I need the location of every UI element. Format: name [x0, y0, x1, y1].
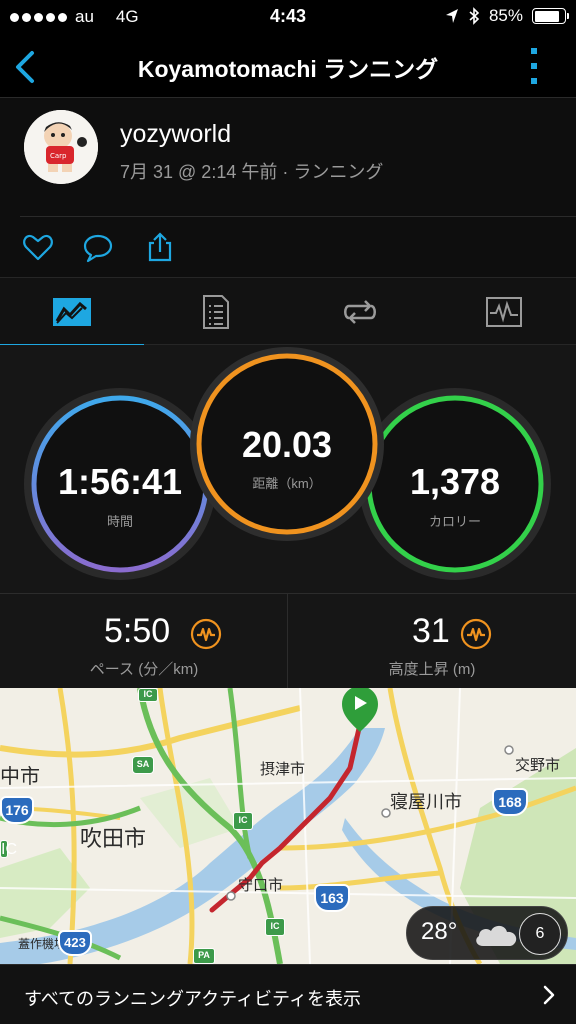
route-shield: 176 [0, 796, 34, 824]
time-label: 時間 [106, 514, 133, 529]
map-label: 中市 [0, 764, 40, 788]
route-shield: 423 [58, 930, 92, 956]
summary-stats: 1:56:41 時間 1,378 カロリー 20.03 距離（km） [0, 345, 576, 593]
tab-laps[interactable] [288, 278, 432, 346]
distance-value: 20.03 [241, 424, 333, 465]
activity-header: Carp yozyworld 7月 31 @ 2:14 午前 · ランニング [0, 98, 576, 218]
highway-marker: SA [132, 756, 154, 774]
time-value: 1:56:41 [57, 461, 183, 502]
highway-marker: IC [138, 688, 158, 702]
route-shield: 168 [492, 788, 528, 816]
calories-label: カロリー [428, 514, 481, 529]
heart-icon[interactable] [22, 231, 54, 263]
calories-value: 1,378 [409, 461, 501, 502]
distance-stat: 20.03 距離（km） [189, 346, 385, 542]
wave-icon [190, 618, 222, 650]
vertical-dots-icon[interactable] [528, 48, 540, 84]
weather-overlay[interactable]: 28° 6 [406, 906, 568, 960]
elevation-value: 31 [412, 612, 450, 650]
view-all-activities-row[interactable]: すべてのランニングアクティビティを表示 [0, 964, 576, 1024]
highway-marker: IC [0, 840, 17, 858]
route-map[interactable]: 中市 摂津市 寝屋川市 交野市 吹田市 守口市 蓋作機場 176 168 163… [0, 688, 576, 964]
nav-bar: Koyamotomachi ランニング [0, 36, 576, 98]
map-label: 吹田市 [80, 827, 147, 852]
activity-meta: 7月 31 @ 2:14 午前 · ランニング [120, 162, 384, 182]
route-shield: 163 [314, 884, 350, 912]
battery-icon [532, 8, 569, 24]
speech-bubble-icon[interactable] [82, 231, 114, 263]
tab-details[interactable] [144, 278, 288, 346]
loop-icon [344, 300, 376, 324]
map-label: 守口市 [238, 876, 284, 894]
action-bar [0, 217, 576, 277]
avatar-image: Carp [24, 110, 98, 184]
pace-label: ペース (分／km) [89, 661, 199, 678]
status-bar: au 4G 4:43 85% [0, 0, 576, 36]
document-icon [203, 295, 229, 329]
time-stat: 1:56:41 時間 [23, 387, 217, 581]
map-label: 交野市 [515, 756, 561, 774]
chevron-left-icon[interactable] [12, 50, 40, 84]
elevation-metric[interactable]: 31 高度上昇 (m) [288, 594, 576, 689]
svg-text:Carp: Carp [50, 152, 67, 160]
tab-stats[interactable] [0, 278, 144, 347]
username[interactable]: yozyworld [120, 120, 231, 149]
location-arrow-icon [445, 9, 458, 23]
elevation-label: 高度上昇 (m) [388, 661, 476, 678]
map-label: 寝屋川市 [390, 792, 462, 813]
chart-icon [53, 298, 91, 326]
page-title: Koyamotomachi ランニング [137, 56, 439, 82]
weather-temperature: 28° [421, 918, 458, 945]
view-all-activities-label: すべてのランニングアクティビティを表示 [24, 989, 361, 1009]
highway-marker: PA [193, 948, 215, 964]
pulse-icon [486, 297, 522, 327]
tab-graph[interactable] [432, 278, 576, 346]
avatar[interactable]: Carp [24, 110, 98, 184]
wind-indicator: 6 [519, 913, 561, 955]
chevron-right-icon [543, 985, 555, 1005]
pace-value: 5:50 [104, 612, 171, 650]
wave-icon [460, 618, 492, 650]
map-label: 摂津市 [260, 760, 306, 778]
cloud-icon [476, 925, 517, 946]
calories-stat: 1,378 カロリー [358, 387, 552, 581]
metrics-row: 5:50 ペース (分／km) 31 高度上昇 (m) [0, 593, 576, 689]
status-right: 85% [445, 6, 569, 26]
distance-label: 距離（km） [252, 476, 322, 491]
bluetooth-icon [469, 7, 480, 25]
highway-marker: IC [233, 812, 253, 830]
share-icon[interactable] [144, 231, 176, 263]
highway-marker: IC [265, 918, 285, 936]
tab-bar [0, 277, 576, 347]
battery-percent: 85% [488, 6, 523, 25]
pace-metric[interactable]: 5:50 ペース (分／km) [0, 594, 288, 689]
